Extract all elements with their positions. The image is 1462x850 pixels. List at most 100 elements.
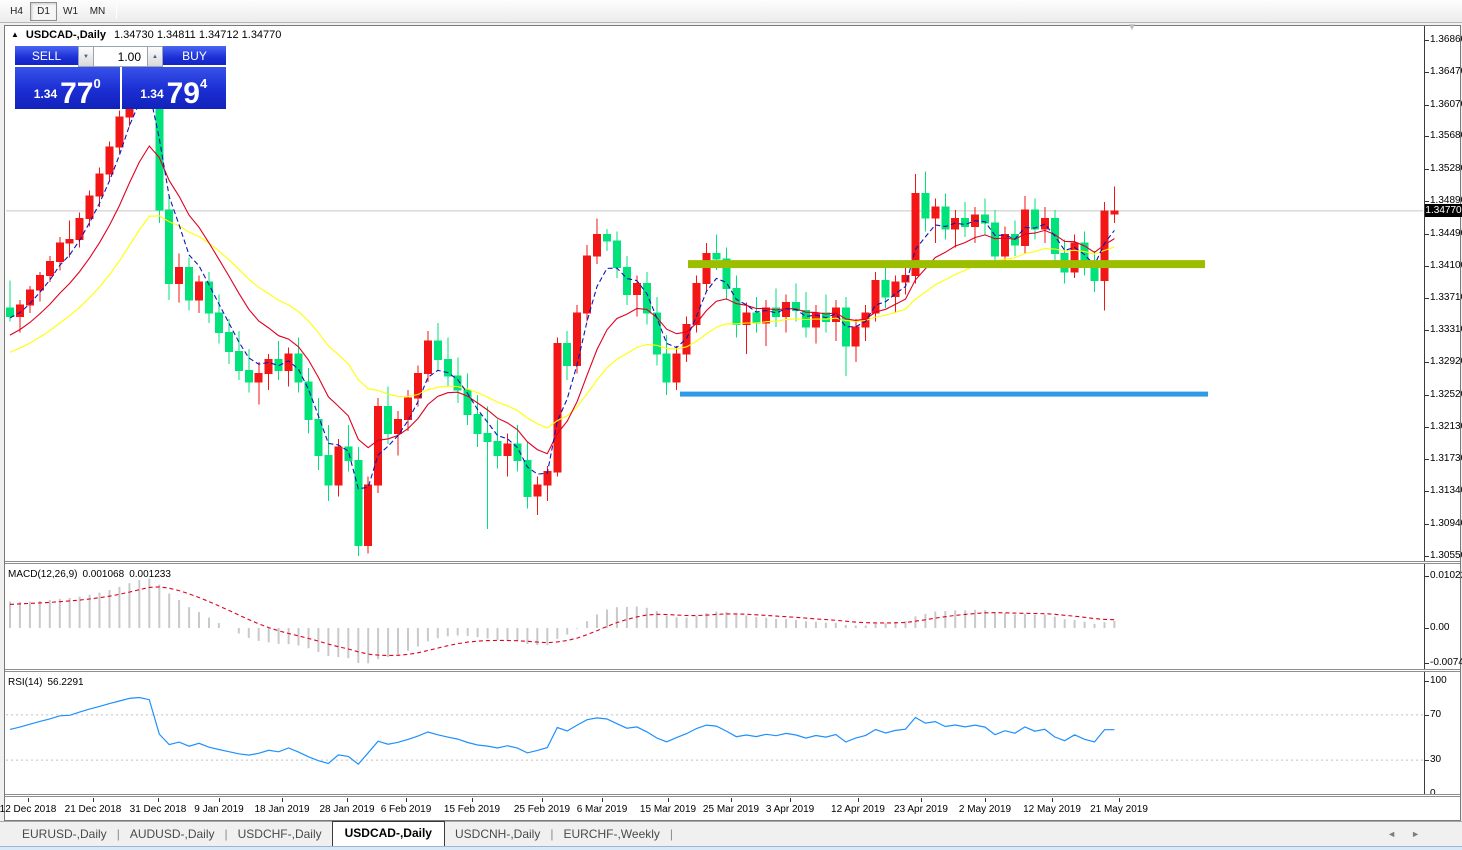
time-axis-tick	[282, 798, 283, 802]
time-axis-tick	[668, 798, 669, 802]
price-axis-tick	[1425, 491, 1429, 492]
sell-price-button[interactable]: 1.34 77 0	[15, 67, 120, 109]
chart-shift-marker-icon[interactable]: ▼	[1127, 22, 1137, 33]
time-axis-tick	[985, 798, 986, 802]
price-axis-label: 1.34100	[1430, 260, 1462, 272]
chart-tabs: EURUSD-,Daily|AUDUSD-,Daily|USDCHF-,Dail…	[12, 821, 673, 846]
resistance-trendline[interactable]	[688, 260, 1205, 268]
price-axis-tick	[1425, 459, 1429, 460]
tab-scroll-left-icon[interactable]: ◄	[1387, 829, 1396, 839]
price-axis-tick	[1425, 136, 1429, 137]
time-axis-tick	[347, 798, 348, 802]
price-axis-label: 1.31340	[1430, 485, 1462, 497]
price-axis-tick	[1425, 556, 1429, 557]
rsi-axis-tick	[1425, 760, 1429, 761]
ma-mid-line	[10, 146, 1114, 454]
macd-histogram	[10, 579, 1114, 664]
price-axis-label: 1.32920	[1430, 356, 1462, 368]
volume-input[interactable]	[94, 46, 147, 67]
tab-usdcnh-daily[interactable]: USDCNH-,Daily	[445, 823, 550, 846]
macd-signal-line	[10, 587, 1114, 656]
price-axis-label: 1.35280	[1430, 163, 1462, 175]
panel-separator[interactable]	[5, 794, 1460, 797]
buy-price-button[interactable]: 1.34 79 4	[122, 67, 227, 109]
time-axis-tick	[158, 798, 159, 802]
timeframe-button-mn[interactable]: MN	[84, 2, 111, 21]
time-axis-tick	[602, 798, 603, 802]
current-price-tag: 1.34770	[1425, 204, 1462, 217]
sell-price-big: 77	[60, 81, 93, 106]
price-axis-tick	[1425, 330, 1429, 331]
rsi-name: RSI(14)	[8, 677, 42, 688]
price-axis-label: 1.32520	[1430, 389, 1462, 401]
tab-audusd-daily[interactable]: AUDUSD-,Daily	[120, 823, 225, 846]
price-axis-label: 1.36860	[1430, 34, 1462, 46]
time-axis-tick	[1119, 798, 1120, 802]
tab-eurchf-weekly[interactable]: EURCHF-,Weekly	[553, 823, 669, 846]
tab-eurusd-daily[interactable]: EURUSD-,Daily	[12, 823, 117, 846]
macd-label: MACD(12,26,9) 0.001068 0.001233	[8, 569, 171, 580]
candlestick-chart[interactable]	[6, 41, 1423, 561]
macd-indicator-chart[interactable]	[6, 566, 1423, 670]
collapse-panel-icon[interactable]: ▲	[11, 30, 19, 39]
price-axis-tick	[1425, 169, 1429, 170]
price-axis-label: 1.31730	[1430, 453, 1462, 465]
candles-group	[7, 56, 1118, 556]
price-axis-tick	[1425, 72, 1429, 73]
time-axis-label: 18 Jan 2019	[245, 804, 319, 815]
panel-separator[interactable]	[5, 561, 1460, 564]
chart-tab-bar: EURUSD-,Daily|AUDUSD-,Daily|USDCHF-,Dail…	[0, 821, 1462, 846]
chart-title-symbol: USDCAD-,Daily	[26, 29, 106, 41]
time-axis-tick	[28, 798, 29, 802]
timeframe-toolbar: H4D1W1MN	[0, 0, 1462, 23]
rsi-line	[10, 698, 1114, 765]
time-axis-label: 15 Feb 2019	[435, 804, 509, 815]
timeframe-button-h4[interactable]: H4	[3, 2, 30, 21]
support-trendline[interactable]	[680, 392, 1208, 397]
buy-button[interactable]: BUY	[163, 46, 226, 67]
volume-increase-button[interactable]: ▲	[147, 46, 163, 67]
time-axis-label: 21 May 2019	[1082, 804, 1156, 815]
time-axis-tick	[858, 798, 859, 802]
time-axis-tick	[731, 798, 732, 802]
toolbar-separator	[116, 3, 117, 19]
price-axis-line	[1424, 26, 1425, 795]
macd-signal-value: 0.001233	[129, 569, 171, 580]
time-axis-tick	[93, 798, 94, 802]
tab-usdchf-daily[interactable]: USDCHF-,Daily	[228, 823, 332, 846]
time-axis-label: 3 Apr 2019	[753, 804, 827, 815]
macd-axis-tick	[1425, 663, 1429, 664]
time-axis-tick	[219, 798, 220, 802]
rsi-indicator-chart[interactable]	[6, 674, 1423, 795]
price-axis-label: 1.32130	[1430, 421, 1462, 433]
price-axis-tick	[1425, 234, 1429, 235]
timeframe-button-d1[interactable]: D1	[30, 2, 57, 21]
macd-axis-tick	[1425, 576, 1429, 577]
macd-value: 0.001068	[82, 569, 124, 580]
time-axis-tick	[1052, 798, 1053, 802]
price-axis-tick	[1425, 201, 1429, 202]
time-axis-label: 12 May 2019	[1015, 804, 1089, 815]
time-axis-label: 6 Mar 2019	[565, 804, 639, 815]
time-axis-tick	[921, 798, 922, 802]
one-click-trading-panel: SELL ▼ ▲ BUY 1.34 77 0 1.34 79 4	[15, 46, 226, 109]
buy-price-big: 79	[167, 81, 200, 106]
price-axis-tick	[1425, 427, 1429, 428]
price-axis-tick	[1425, 362, 1429, 363]
ma-fast-line	[10, 91, 1114, 489]
time-axis-label: 6 Feb 2019	[369, 804, 443, 815]
time-axis-label: 23 Apr 2019	[884, 804, 958, 815]
time-axis-tick	[406, 798, 407, 802]
panel-separator[interactable]	[5, 669, 1460, 672]
volume-decrease-button[interactable]: ▼	[78, 46, 94, 67]
rsi-axis-label: 30	[1430, 754, 1441, 766]
chart-title-bar: ▲ USDCAD-,Daily 1.34730 1.34811 1.34712 …	[11, 28, 281, 41]
sell-button[interactable]: SELL	[15, 46, 78, 67]
rsi-axis-label: 70	[1430, 709, 1441, 721]
macd-name: MACD(12,26,9)	[8, 569, 77, 580]
timeframe-button-w1[interactable]: W1	[57, 2, 84, 21]
tab-scroll-right-icon[interactable]: ►	[1411, 829, 1420, 839]
tab-usdcad-daily[interactable]: USDCAD-,Daily	[332, 821, 445, 846]
rsi-label: RSI(14) 56.2291	[8, 677, 84, 688]
rsi-value: 56.2291	[47, 677, 83, 688]
